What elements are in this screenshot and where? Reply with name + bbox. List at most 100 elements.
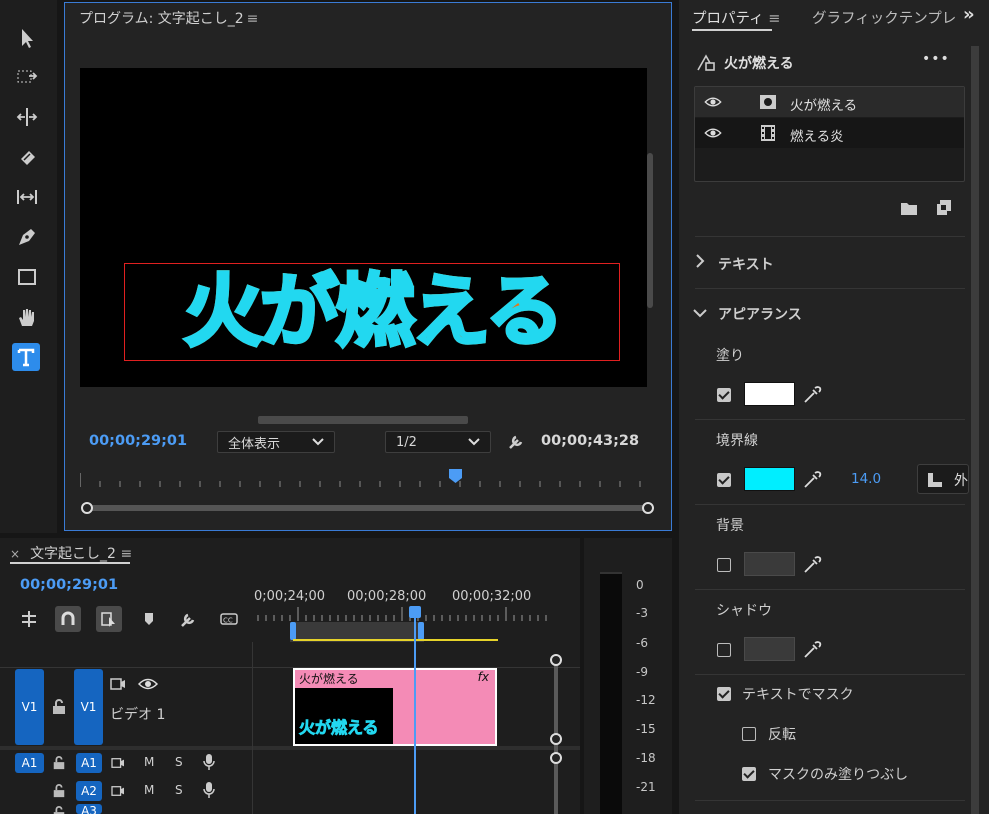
panel-menu-icon[interactable]: ≡ [120,546,132,562]
panel-overflow-icon[interactable]: » [963,4,975,25]
close-icon[interactable]: × [10,547,20,561]
sync-lock-icon[interactable] [110,677,126,691]
wrench-icon[interactable] [507,431,527,451]
playback-resolution-dropdown[interactable]: 1/2 [385,431,491,453]
hand-tool-icon[interactable] [10,302,44,332]
panel-menu-icon[interactable]: ≡ [768,11,780,27]
playhead-timecode[interactable]: 00;00;29;01 [89,433,187,449]
properties-scrollbar[interactable] [971,46,979,814]
add-marker-icon[interactable] [136,606,162,632]
v1-source-patch[interactable]: V1 [15,669,44,745]
program-time-ruler[interactable] [80,473,650,487]
section-appearance[interactable]: アピアランス [718,304,802,324]
timeline-clip[interactable]: 火が燃える fx 火が燃える [293,668,497,746]
program-monitor-title[interactable]: プログラム: 文字起こし_2 ≡ [79,8,258,28]
vertical-scrollbar[interactable] [647,153,653,308]
scroll-handle-bottom[interactable] [550,733,562,745]
lock-track-icon[interactable] [52,806,66,814]
mute-button[interactable]: M [144,755,154,769]
title-bounding-box[interactable]: 火が燃える [124,263,620,361]
stroke-checkbox[interactable] [717,473,731,487]
rectangle-tool-icon[interactable] [10,262,44,292]
stroke-position-dropdown[interactable]: 外 [917,464,969,494]
work-area-out[interactable] [418,622,424,640]
tab-graphic-templates[interactable]: グラフィックテンプレ [812,7,958,28]
lock-track-icon[interactable] [52,699,66,715]
eyedropper-icon[interactable] [802,640,822,660]
track-select-tool-icon[interactable] [10,62,44,92]
stroke-outer-icon [928,473,942,487]
zoom-handle-right[interactable] [642,502,654,514]
snap-magnet-icon[interactable] [55,606,81,632]
ripple-edit-tool-icon[interactable] [10,102,44,132]
nest-sequence-icon[interactable] [16,606,42,632]
chevron-right-icon[interactable] [695,254,705,268]
mask-with-text-label[interactable]: テキストでマスク [742,684,854,704]
sync-lock-icon[interactable] [110,757,126,769]
eyedropper-icon[interactable] [802,555,822,575]
layer-row[interactable]: 燃える炎 [695,118,964,148]
playhead-marker-icon[interactable] [449,469,462,483]
mute-button[interactable]: M [144,783,154,797]
zoom-level-dropdown[interactable]: 全体表示 [217,431,335,453]
stroke-width-value[interactable]: 14.0 [851,471,881,487]
invert-label[interactable]: 反転 [768,724,796,744]
captions-icon[interactable]: CC [216,606,242,632]
horizontal-scrollbar[interactable] [258,416,468,424]
shadow-color-swatch[interactable] [744,637,795,661]
audio-scroll-handle[interactable] [550,752,562,764]
timeline-tab[interactable]: × 文字起こし_2 ≡ [10,543,132,563]
layer-row[interactable]: 火が燃える [695,87,964,117]
video-preview[interactable]: 火が燃える [80,68,647,387]
eye-icon[interactable] [137,677,159,691]
timeline-settings-wrench-icon[interactable] [176,606,202,632]
microphone-icon[interactable] [203,782,215,798]
eye-icon[interactable] [704,127,722,139]
solo-button[interactable]: S [175,755,183,769]
shadow-checkbox[interactable] [717,643,731,657]
fill-checkbox[interactable] [717,388,731,402]
eye-icon[interactable] [704,96,722,108]
clip-body [393,688,495,744]
timeline-playhead-line[interactable] [414,608,416,814]
new-group-folder-icon[interactable] [901,201,917,215]
panel-menu-icon[interactable]: ≡ [247,11,259,27]
linked-selection-icon[interactable] [96,606,122,632]
mask-fill-only-checkbox[interactable] [742,767,756,781]
tab-properties[interactable]: プロパティ ≡ [692,7,780,28]
timeline-timecode[interactable]: 00;00;29;01 [20,577,118,593]
chevron-down-icon[interactable] [693,307,707,318]
a2-target-track[interactable]: A2 [76,781,102,801]
razor-tool-icon[interactable] [10,142,44,172]
work-area-in[interactable] [290,622,296,640]
v1-target-track[interactable]: V1 [74,669,103,745]
lock-track-icon[interactable] [52,784,66,798]
type-tool-icon[interactable] [12,343,40,371]
sync-lock-icon[interactable] [110,785,126,797]
mask-with-text-checkbox[interactable] [717,687,731,701]
mask-fill-only-label[interactable]: マスクのみ塗りつぶし [768,764,908,784]
zoom-scrollbar[interactable] [87,505,649,511]
eyedropper-icon[interactable] [802,385,822,405]
eyedropper-icon[interactable] [802,470,822,490]
invert-checkbox[interactable] [742,727,756,741]
pen-tool-icon[interactable] [10,222,44,252]
a1-source-patch[interactable]: A1 [15,753,44,773]
a1-target-track[interactable]: A1 [76,753,102,773]
lock-track-icon[interactable] [52,756,66,770]
new-layer-icon[interactable] [937,200,951,215]
fill-color-swatch[interactable] [744,382,795,406]
slip-tool-icon[interactable] [10,182,44,212]
background-checkbox[interactable] [717,558,731,572]
solo-button[interactable]: S [175,783,183,797]
selection-tool-icon[interactable] [10,23,44,53]
section-text[interactable]: テキスト [718,254,774,274]
stroke-color-swatch[interactable] [744,467,795,491]
zoom-handle-left[interactable] [81,502,93,514]
a3-target-track[interactable]: A3 [76,804,102,814]
background-color-swatch[interactable] [744,552,795,576]
scroll-handle-top[interactable] [550,654,562,666]
more-options-icon[interactable]: ••• [922,51,950,67]
timeline-playhead-icon[interactable] [409,606,421,618]
microphone-icon[interactable] [203,754,215,770]
